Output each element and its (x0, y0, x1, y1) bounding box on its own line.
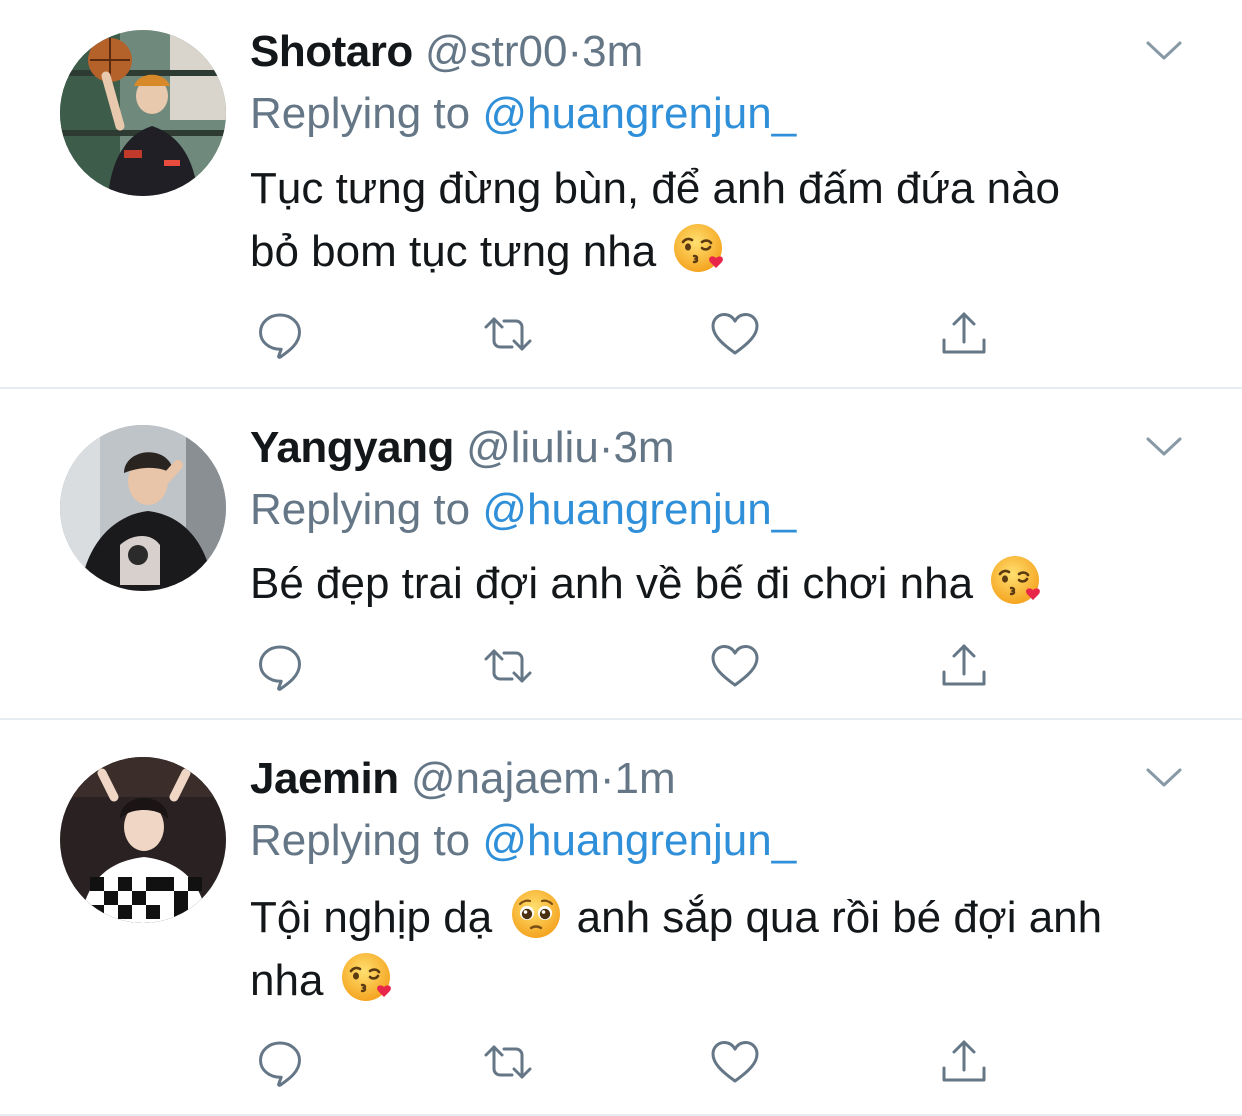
tweet-header: Shotaro @str00·3m (250, 28, 643, 76)
kissing-heart-emoji (989, 552, 1045, 608)
tweet-header: Yangyang @liuliu·3m (250, 424, 675, 472)
tweet-text: Tục tưng đừng bùn, để anh đấm đứa nào bỏ… (250, 158, 1060, 283)
avatar[interactable] (60, 425, 226, 591)
like-icon[interactable] (707, 1034, 763, 1090)
separator-dot: · (567, 27, 583, 76)
mention-link[interactable]: @huangrenjun_ (482, 89, 796, 138)
share-icon[interactable] (936, 306, 992, 362)
user-handle[interactable]: @liuliu (466, 423, 599, 472)
share-icon[interactable] (936, 638, 992, 694)
separator-dot: · (598, 423, 614, 472)
tweet-jaemin[interactable]: Jaemin @najaem·1m Replying to @huangrenj… (0, 720, 1242, 1114)
share-icon[interactable] (936, 1034, 992, 1090)
like-icon[interactable] (707, 638, 763, 694)
avatar[interactable] (60, 757, 226, 923)
tweet-actions (250, 1034, 1010, 1090)
replying-to: Replying to @huangrenjun_ (250, 90, 796, 138)
tweet-text-line: Tội nghịp dạ (250, 893, 493, 942)
retweet-icon[interactable] (480, 638, 536, 694)
user-handle[interactable]: @str00 (425, 27, 567, 76)
reply-icon[interactable] (252, 306, 308, 362)
replying-label: Replying to (250, 89, 471, 138)
tweet-yangyang[interactable]: Yangyang @liuliu·3m Replying to @huangre… (0, 390, 1242, 718)
tweet-actions (250, 306, 1010, 362)
tweet-text: Tội nghịp dạ anh sắp qua rồi bé đợi anh … (250, 886, 1102, 1012)
separator-dot: · (599, 754, 615, 803)
chevron-down-icon[interactable] (1144, 434, 1184, 458)
timestamp[interactable]: 3m (613, 423, 674, 472)
tweet-text-line: anh sắp qua rồi bé đợi anh (576, 893, 1103, 942)
display-name[interactable]: Jaemin (250, 754, 399, 803)
retweet-icon[interactable] (480, 1034, 536, 1090)
tweet-shotaro[interactable]: Shotaro @str00·3m Replying to @huangrenj… (0, 0, 1242, 388)
chevron-down-icon[interactable] (1144, 38, 1184, 62)
tweet-text-line: nha (250, 956, 324, 1005)
user-handle[interactable]: @najaem (411, 754, 600, 803)
mention-link[interactable]: @huangrenjun_ (482, 816, 796, 865)
tweet-header: Jaemin @najaem·1m (250, 755, 676, 803)
tweet-text-line: Tục tưng đừng bùn, để anh đấm đứa nào (250, 164, 1061, 213)
replying-label: Replying to (250, 485, 471, 534)
divider (0, 387, 1242, 389)
retweet-icon[interactable] (480, 306, 536, 362)
tweet-text-line: Bé đẹp trai đợi anh về bế đi chơi nha (250, 559, 974, 608)
reply-icon[interactable] (252, 1034, 308, 1090)
like-icon[interactable] (707, 306, 763, 362)
mention-link[interactable]: @huangrenjun_ (482, 485, 796, 534)
timestamp[interactable]: 3m (582, 27, 643, 76)
kissing-heart-emoji (672, 220, 728, 276)
replying-to: Replying to @huangrenjun_ (250, 486, 796, 534)
display-name[interactable]: Yangyang (250, 423, 454, 472)
reply-icon[interactable] (252, 638, 308, 694)
pleading-face-emoji (508, 886, 564, 942)
timestamp[interactable]: 1m (615, 754, 676, 803)
kissing-heart-emoji (340, 949, 396, 1005)
avatar[interactable] (60, 30, 226, 196)
tweet-actions (250, 638, 1010, 694)
display-name[interactable]: Shotaro (250, 27, 413, 76)
tweet-text-line: bỏ bom tục tưng nha (250, 227, 657, 276)
chevron-down-icon[interactable] (1144, 765, 1184, 789)
tweet-text: Bé đẹp trai đợi anh về bế đi chơi nha (250, 552, 1045, 615)
replying-label: Replying to (250, 816, 471, 865)
replying-to: Replying to @huangrenjun_ (250, 817, 796, 865)
